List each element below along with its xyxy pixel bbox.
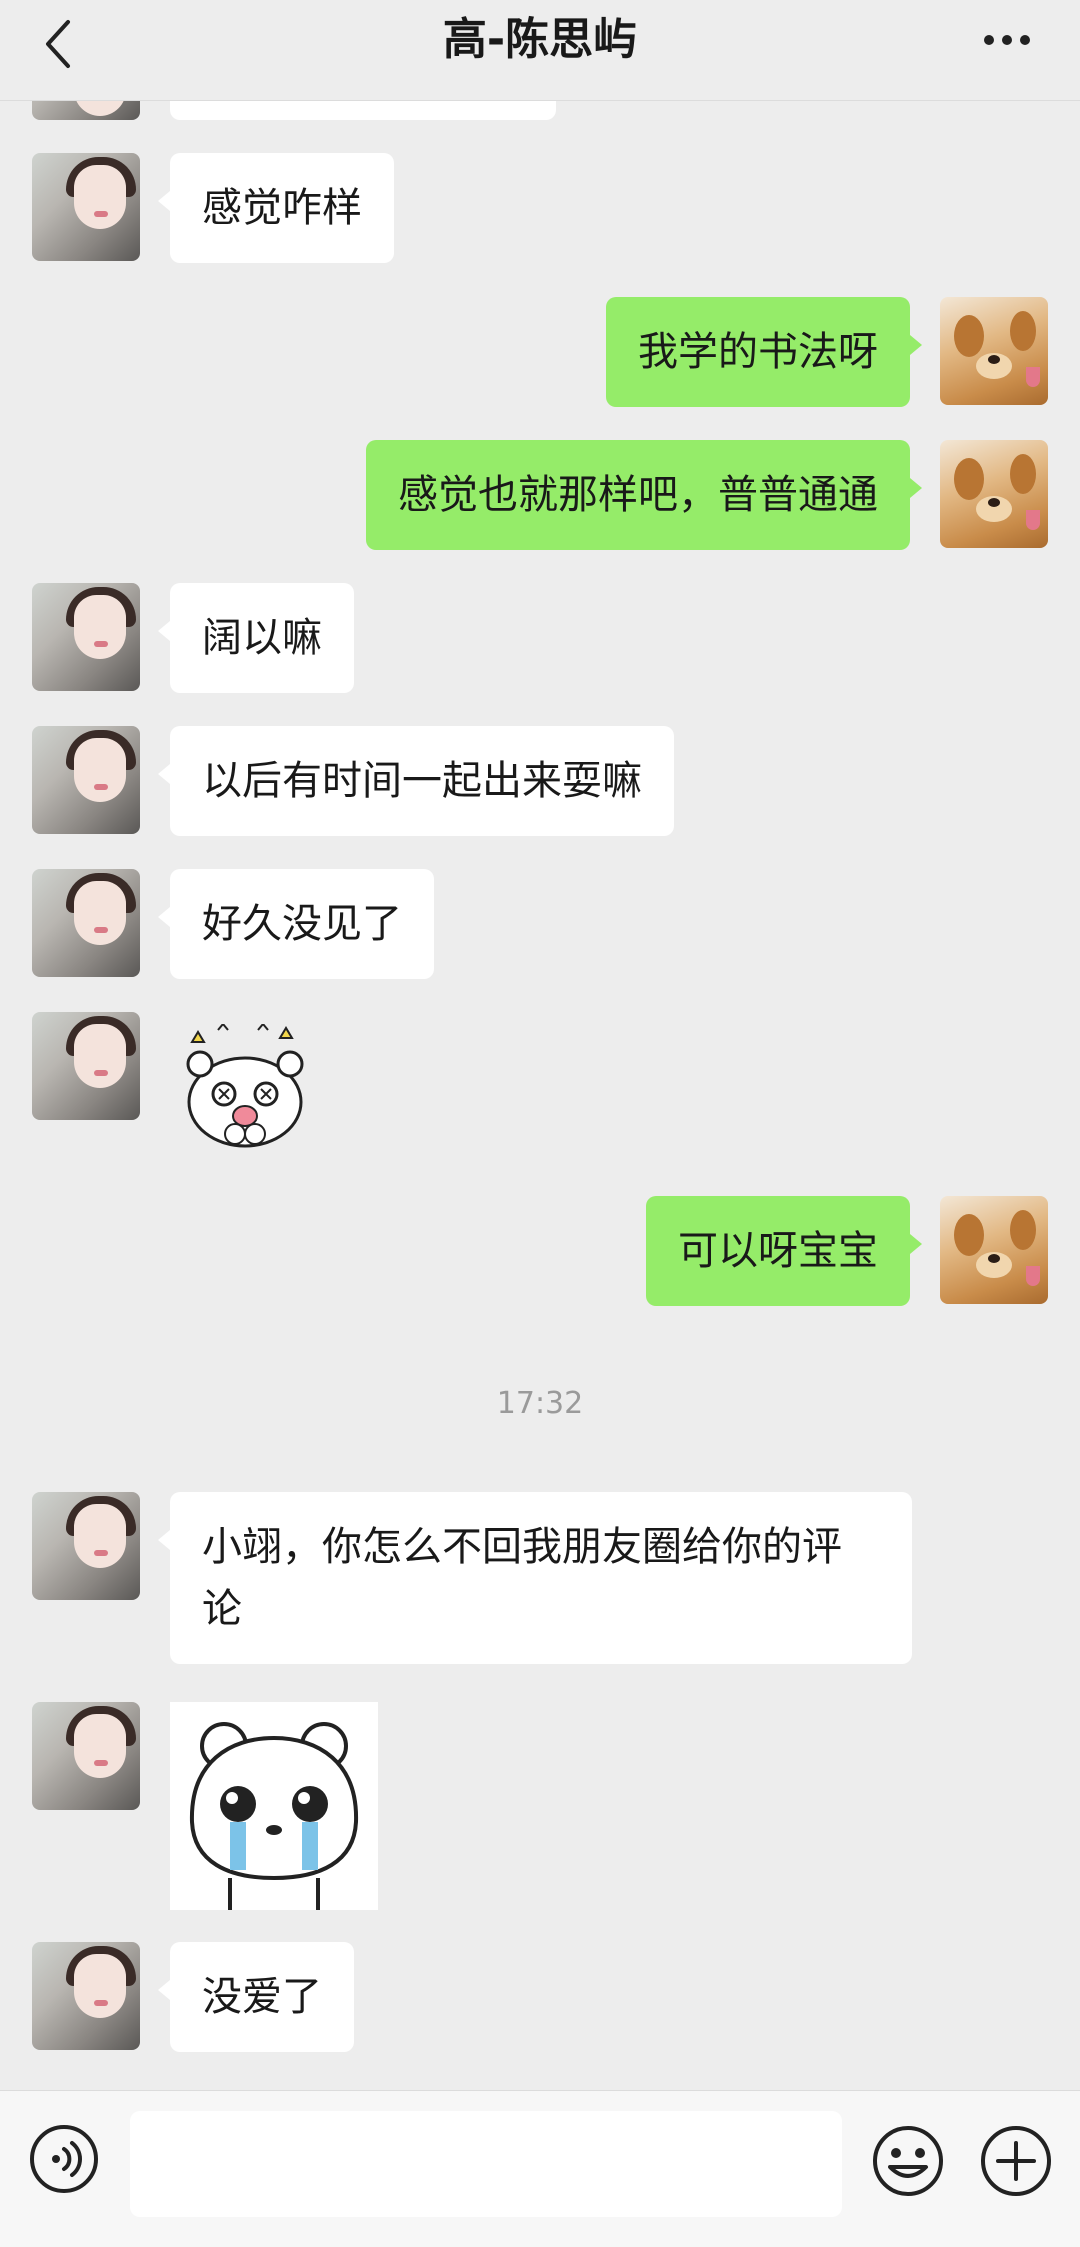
message-timestamp: 17:32 (496, 1386, 584, 1421)
plus-icon[interactable] (978, 2123, 1054, 2199)
input-bar (0, 2090, 1080, 2247)
contact-avatar[interactable] (32, 869, 140, 977)
crying-bear-sticker[interactable] (170, 1702, 378, 1910)
contact-avatar[interactable] (32, 583, 140, 691)
message-bubble[interactable]: 小翊，你怎么不回我朋友圈给你的评论 (158, 1492, 912, 1664)
message-bubble[interactable]: 没爱了 (158, 1942, 354, 2052)
chat-area[interactable]: 感觉咋样 我学的书法呀 感觉也就那样吧，普普通通 阔以嘛 以后有时间一起出来耍嘛… (0, 0, 1080, 2090)
dot (1020, 35, 1030, 45)
contact-avatar[interactable] (32, 153, 140, 261)
navigation-bar: 高-陈思屿 (0, 0, 1080, 101)
contact-avatar[interactable] (32, 1702, 140, 1810)
self-avatar[interactable] (940, 297, 1048, 405)
message-bubble-self[interactable]: 可以呀宝宝 (646, 1196, 922, 1306)
contact-avatar[interactable] (32, 1012, 140, 1120)
more-dots-icon[interactable] (984, 30, 1040, 50)
self-avatar[interactable] (940, 440, 1048, 548)
contact-avatar[interactable] (32, 1492, 140, 1600)
dot (984, 35, 994, 45)
message-bubble-self[interactable]: 我学的书法呀 (606, 297, 922, 407)
message-bubble[interactable]: 好久没见了 (158, 869, 434, 979)
message-bubble-self[interactable]: 感觉也就那样吧，普普通通 (366, 440, 922, 550)
dot (1002, 35, 1012, 45)
message-bubble[interactable]: 阔以嘛 (158, 583, 354, 693)
contact-avatar[interactable] (32, 1942, 140, 2050)
message-bubble[interactable]: 感觉咋样 (158, 153, 394, 263)
self-avatar[interactable] (940, 1196, 1048, 1304)
emoji-icon[interactable] (870, 2123, 946, 2199)
excited-bear-sticker[interactable] (180, 1024, 310, 1154)
contact-avatar[interactable] (32, 726, 140, 834)
message-bubble[interactable]: 以后有时间一起出来耍嘛 (158, 726, 674, 836)
chat-title[interactable]: 高-陈思屿 (0, 10, 1080, 70)
message-input[interactable] (130, 2111, 842, 2217)
voice-icon[interactable] (28, 2123, 100, 2195)
